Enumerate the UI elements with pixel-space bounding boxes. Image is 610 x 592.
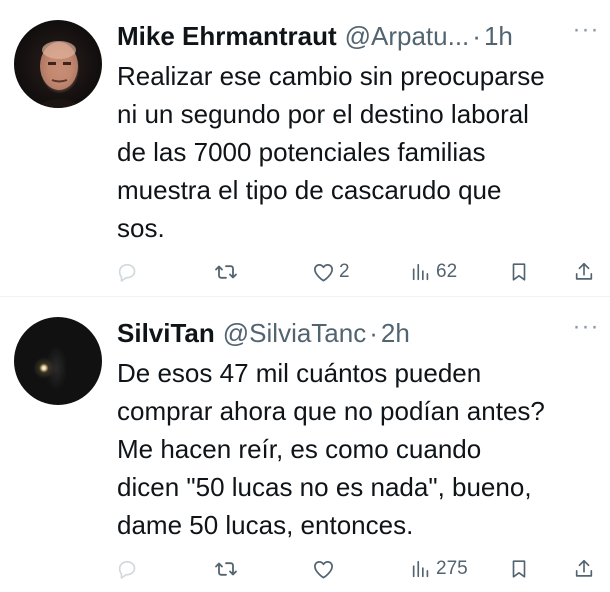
more-icon[interactable]: ··· [572, 315, 600, 341]
reply-icon [116, 558, 138, 580]
avatar[interactable] [14, 317, 102, 405]
heart-icon [312, 558, 335, 581]
tweet-header: Mike Ehrmantraut @Arpatu... · 1h [117, 18, 570, 54]
views-button[interactable]: 275 [410, 554, 468, 584]
heart-icon [312, 261, 335, 284]
tweet-text: Realizar ese cambio sin preocuparse ni u… [117, 61, 545, 243]
like-button[interactable]: 2 [312, 257, 350, 287]
reply-button[interactable] [116, 554, 138, 584]
tweet[interactable]: SilviTan @SilviaTanc · 2h ··· De esos 47… [0, 296, 610, 592]
views-button[interactable]: 62 [410, 257, 457, 287]
tweet[interactable]: Mike Ehrmantraut @Arpatu... · 1h ··· Rea… [0, 0, 610, 296]
author-handle[interactable]: @SilviaTanc [223, 315, 366, 351]
share-icon [573, 558, 595, 580]
action-bar: 2 62 [0, 257, 610, 287]
author-name[interactable]: SilviTan [117, 315, 215, 351]
like-count: 2 [339, 261, 350, 282]
retweet-icon [214, 260, 238, 284]
timestamp[interactable]: 2h [381, 315, 410, 351]
bookmark-button[interactable] [508, 554, 530, 584]
retweet-button[interactable] [214, 554, 238, 584]
reply-icon [116, 261, 138, 283]
bookmark-icon [508, 261, 530, 283]
author-handle[interactable]: @Arpatu... [345, 18, 470, 54]
view-count: 275 [436, 558, 468, 579]
author-name[interactable]: Mike Ehrmantraut [117, 18, 337, 54]
retweet-icon [214, 557, 238, 581]
tweet-text: De esos 47 mil cuántos pueden comprar ah… [117, 358, 545, 540]
share-button[interactable] [573, 554, 595, 584]
share-button[interactable] [573, 257, 595, 287]
views-icon [410, 261, 432, 283]
separator-dot: · [472, 21, 481, 51]
more-icon[interactable]: ··· [572, 18, 600, 44]
bookmark-icon [508, 558, 530, 580]
like-button[interactable] [312, 554, 339, 584]
timestamp[interactable]: 1h [484, 18, 513, 54]
view-count: 62 [436, 261, 458, 282]
bookmark-button[interactable] [508, 257, 530, 287]
reply-button[interactable] [116, 257, 138, 287]
avatar[interactable] [14, 20, 102, 108]
retweet-button[interactable] [214, 257, 238, 287]
share-icon [573, 261, 595, 283]
views-icon [410, 558, 432, 580]
action-bar: 275 [0, 554, 610, 584]
tweet-header: SilviTan @SilviaTanc · 2h [117, 315, 570, 351]
separator-dot: · [369, 318, 378, 348]
